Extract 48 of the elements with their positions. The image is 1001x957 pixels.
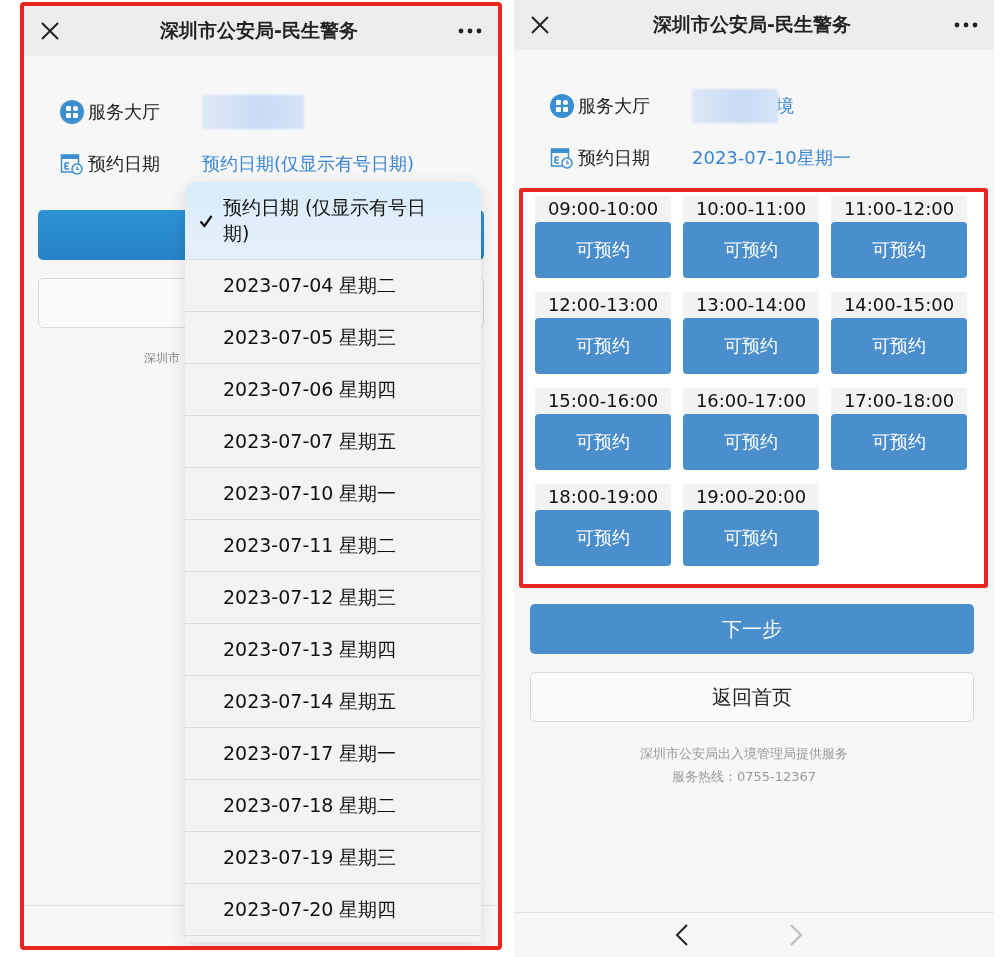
calendar-clock-icon — [550, 146, 574, 170]
menu-item[interactable]: 2023-07-04 星期二 — [185, 260, 481, 312]
window-title: 深圳市公安局-民生警务 — [160, 18, 358, 43]
menu-item[interactable]: 2023-07-20 星期四 — [185, 884, 481, 936]
close-icon[interactable] — [530, 15, 550, 35]
footer-text: 深圳市 — [144, 351, 180, 365]
menu-item[interactable]: 2023-07-12 星期三 — [185, 572, 481, 624]
time-label: 10:00-11:00 — [694, 197, 808, 221]
time-label: 09:00-10:00 — [546, 197, 660, 221]
time-label: 11:00-12:00 — [842, 197, 956, 221]
footer-text: 服务热线：0755-12367 — [670, 768, 818, 786]
footer-text: 深圳市公安局出入境管理局提供服务 — [639, 745, 849, 763]
menu-item[interactable]: 2023-07-10 星期一 — [185, 468, 481, 520]
calendar-clock-icon — [60, 152, 84, 176]
more-icon[interactable] — [954, 22, 978, 28]
grid-icon — [550, 94, 574, 118]
menu-item[interactable]: 2023-07-14 星期五 — [185, 676, 481, 728]
home-button[interactable]: 返回首页 — [530, 672, 974, 722]
menu-item[interactable]: 2023-07-11 星期二 — [185, 520, 481, 572]
field-label: 服务大厅 — [88, 100, 161, 124]
time-label: 12:00-13:00 — [546, 293, 660, 317]
time-label: 14:00-15:00 — [842, 293, 956, 317]
time-label: 18:00-19:00 — [546, 485, 660, 509]
date-select[interactable]: 2023-07-10星期一 — [692, 146, 851, 170]
menu-item[interactable]: 2023-07-19 星期三 — [185, 832, 481, 884]
time-label: 15:00-16:00 — [546, 389, 660, 413]
close-icon[interactable] — [40, 21, 60, 41]
time-label: 16:00-17:00 — [694, 389, 808, 413]
time-label: 13:00-14:00 — [694, 293, 808, 317]
menu-item[interactable]: 2023-07-13 星期四 — [185, 624, 481, 676]
more-icon[interactable] — [458, 28, 482, 34]
time-label: 17:00-18:00 — [842, 389, 956, 413]
window-title: 深圳市公安局-民生警务 — [653, 12, 851, 37]
back-icon[interactable] — [675, 923, 689, 947]
field-label: 预约日期 — [88, 152, 161, 176]
menu-item[interactable]: 2023-07-18 星期二 — [185, 780, 481, 832]
date-select[interactable]: 预约日期(仅显示有号日期) — [202, 152, 415, 176]
time-label: 19:00-20:00 — [694, 485, 808, 509]
field-label: 服务大厅 — [578, 94, 651, 118]
check-icon — [199, 213, 213, 228]
menu-item[interactable]: 2023-07-05 星期三 — [185, 312, 481, 364]
menu-item[interactable]: 预约日期 (仅显示有号日期) — [185, 182, 481, 260]
menu-item[interactable]: 2023-07-07 星期五 — [185, 416, 481, 468]
field-value: 境 — [776, 94, 794, 118]
field-label: 预约日期 — [578, 146, 651, 170]
menu-item[interactable]: 2023-07-17 星期一 — [185, 728, 481, 780]
menu-item[interactable]: 2023-07-06 星期四 — [185, 364, 481, 416]
grid-icon — [60, 100, 84, 124]
